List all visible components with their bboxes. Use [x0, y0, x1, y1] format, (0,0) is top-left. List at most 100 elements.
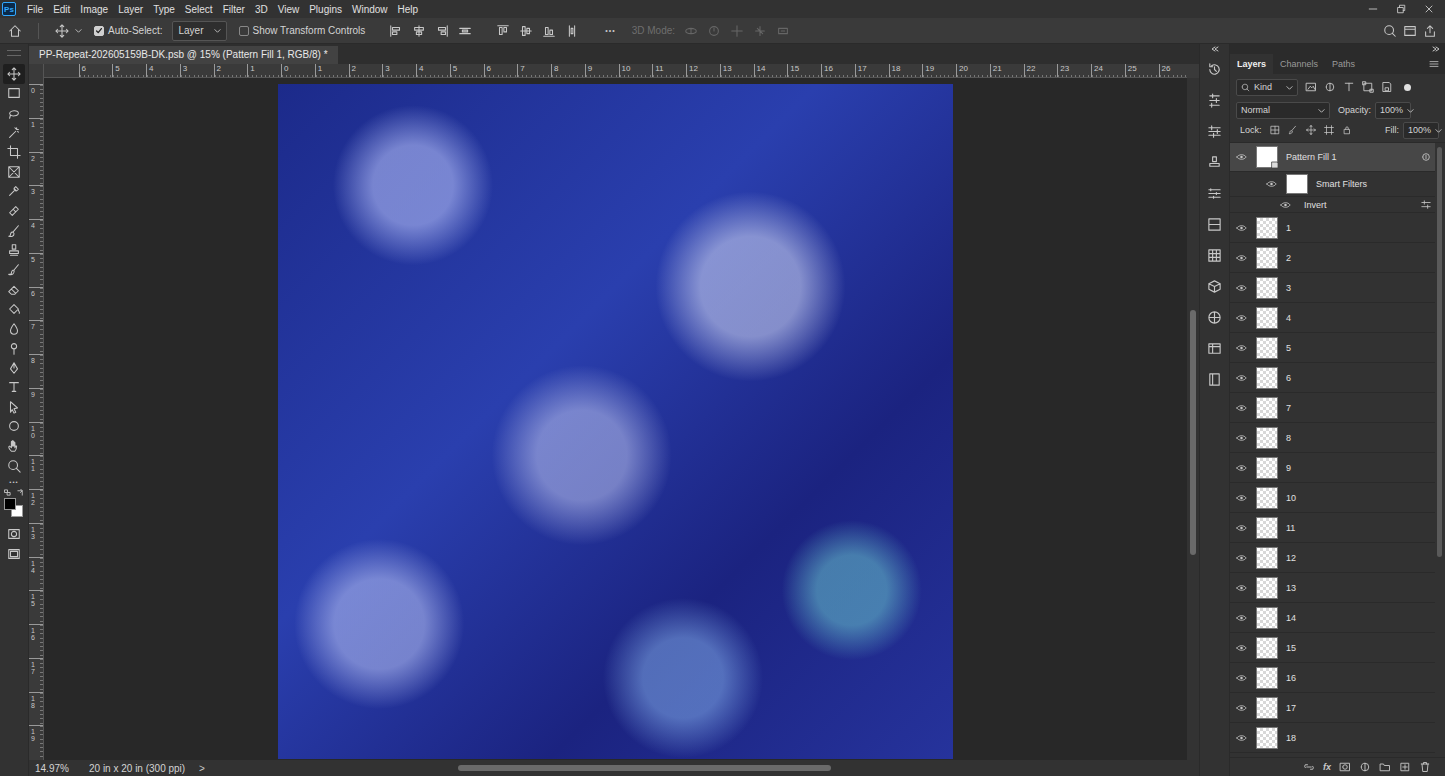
menu-item[interactable]: Window: [347, 4, 393, 15]
align-center-icon[interactable]: [412, 24, 426, 38]
visibility-toggle[interactable]: [1230, 404, 1252, 412]
tool-button[interactable]: [3, 338, 25, 358]
pixel-filter-icon[interactable]: [1305, 81, 1317, 93]
layer-row[interactable]: 10: [1230, 483, 1435, 513]
status-menu-button[interactable]: >: [199, 763, 209, 774]
layer-row[interactable]: 1: [1230, 213, 1435, 243]
filter-kind-dropdown[interactable]: Kind: [1236, 79, 1298, 96]
visibility-toggle[interactable]: [1230, 524, 1252, 532]
panel-button[interactable]: [1203, 55, 1227, 83]
menu-item[interactable]: Plugins: [304, 4, 347, 15]
panel-button[interactable]: [1203, 272, 1227, 300]
align-bottom-icon[interactable]: [542, 24, 556, 38]
search-icon[interactable]: [1383, 24, 1397, 38]
visibility-toggle[interactable]: [1230, 614, 1252, 622]
distribute-icon[interactable]: [458, 24, 472, 38]
tool-button[interactable]: [3, 64, 25, 84]
layer-row[interactable]: 15: [1230, 633, 1435, 663]
tool-button[interactable]: [3, 280, 25, 300]
lock-artboard-icon[interactable]: [1324, 125, 1334, 135]
3d-orbit-icon[interactable]: [684, 24, 698, 38]
menu-item[interactable]: Layer: [113, 4, 148, 15]
adjustment-layer-icon[interactable]: [1359, 761, 1371, 773]
app-logo[interactable]: Ps: [2, 2, 16, 16]
tool-button[interactable]: [3, 319, 25, 339]
visibility-toggle[interactable]: [1230, 554, 1252, 562]
layer-row[interactable]: 9: [1230, 453, 1435, 483]
visibility-toggle[interactable]: [1230, 494, 1252, 502]
panel-button[interactable]: [1203, 334, 1227, 362]
menu-item[interactable]: Help: [393, 4, 424, 15]
visibility-toggle[interactable]: [1230, 153, 1252, 161]
menu-item[interactable]: Filter: [218, 4, 250, 15]
tool-button[interactable]: [3, 260, 25, 280]
layer-row[interactable]: 18: [1230, 723, 1435, 753]
caret-icon[interactable]: [75, 27, 82, 34]
menu-item[interactable]: View: [273, 4, 305, 15]
visibility-toggle[interactable]: [1230, 314, 1252, 322]
visibility-toggle[interactable]: [1230, 674, 1252, 682]
visibility-toggle[interactable]: [1230, 284, 1252, 292]
visibility-toggle[interactable]: [1230, 464, 1252, 472]
panel-tab[interactable]: Paths: [1325, 54, 1362, 74]
filter-options-icon[interactable]: [1421, 200, 1431, 210]
close-icon[interactable]: [1423, 3, 1435, 15]
layer-row[interactable]: 17: [1230, 693, 1435, 723]
restore-icon[interactable]: [1395, 3, 1407, 15]
fill-field[interactable]: 100%: [1403, 122, 1439, 139]
layer-row[interactable]: Pattern Fill 1: [1230, 143, 1435, 172]
tool-button[interactable]: [3, 182, 25, 202]
auto-select-checkbox[interactable]: Auto-Select:: [94, 25, 162, 36]
visibility-toggle[interactable]: [1230, 584, 1252, 592]
adjustment-filter-icon[interactable]: [1324, 81, 1336, 93]
layer-row[interactable]: 7: [1230, 393, 1435, 423]
horizontal-scrollbar[interactable]: [319, 762, 1187, 774]
scroll-thumb[interactable]: [1190, 310, 1196, 556]
lock-position-icon[interactable]: [1306, 125, 1316, 135]
layer-row[interactable]: Invert: [1230, 197, 1435, 213]
layer-row[interactable]: 6: [1230, 363, 1435, 393]
toolbar-grip[interactable]: [7, 50, 21, 56]
show-transform-checkbox[interactable]: Show Transform Controls: [239, 25, 366, 36]
align-top-icon[interactable]: [496, 24, 510, 38]
layer-row[interactable]: 3: [1230, 273, 1435, 303]
layer-row[interactable]: 8: [1230, 423, 1435, 453]
tool-button[interactable]: [3, 142, 25, 162]
layer-row[interactable]: 2: [1230, 243, 1435, 273]
menu-item[interactable]: Image: [75, 4, 113, 15]
tool-button[interactable]: [3, 221, 25, 241]
menu-item[interactable]: Edit: [48, 4, 75, 15]
share-icon[interactable]: [1423, 24, 1437, 38]
document-tab[interactable]: PP-Repeat-202605159B-DK.psb @ 15% (Patte…: [29, 46, 338, 64]
tool-button[interactable]: [3, 162, 25, 182]
more-options-button[interactable]: •••: [605, 27, 615, 34]
lock-transparent-icon[interactable]: [1270, 125, 1280, 135]
checkbox-box[interactable]: [94, 26, 104, 36]
filter-link-icon[interactable]: [1421, 152, 1431, 162]
type-filter-icon[interactable]: [1343, 81, 1355, 93]
visibility-toggle[interactable]: [1274, 201, 1296, 209]
vertical-scrollbar[interactable]: [1187, 78, 1199, 760]
scroll-thumb[interactable]: [458, 765, 831, 771]
add-style-button[interactable]: fx: [1323, 762, 1331, 772]
panel-button[interactable]: [1203, 117, 1227, 145]
home-icon[interactable]: [8, 24, 22, 38]
visibility-toggle[interactable]: [1230, 734, 1252, 742]
3d-slide-icon[interactable]: [753, 24, 767, 38]
visibility-toggle[interactable]: [1230, 224, 1252, 232]
smart-object-filter-icon[interactable]: [1381, 81, 1393, 93]
pattern-canvas[interactable]: [278, 84, 953, 759]
tool-button[interactable]: [3, 299, 25, 319]
panel-button[interactable]: [1203, 179, 1227, 207]
tool-button[interactable]: [3, 201, 25, 221]
layer-row[interactable]: 13: [1230, 573, 1435, 603]
mask-icon[interactable]: [1339, 761, 1351, 773]
trash-icon[interactable]: [1419, 761, 1431, 773]
align-middle-icon[interactable]: [519, 24, 533, 38]
distribute-vertical-icon[interactable]: [565, 24, 579, 38]
panel-tab[interactable]: Channels: [1273, 54, 1325, 74]
foreground-color-swatch[interactable]: [4, 498, 16, 510]
menu-item[interactable]: File: [22, 4, 48, 15]
checkbox-box[interactable]: [239, 26, 249, 36]
layer-row[interactable]: 16: [1230, 663, 1435, 693]
